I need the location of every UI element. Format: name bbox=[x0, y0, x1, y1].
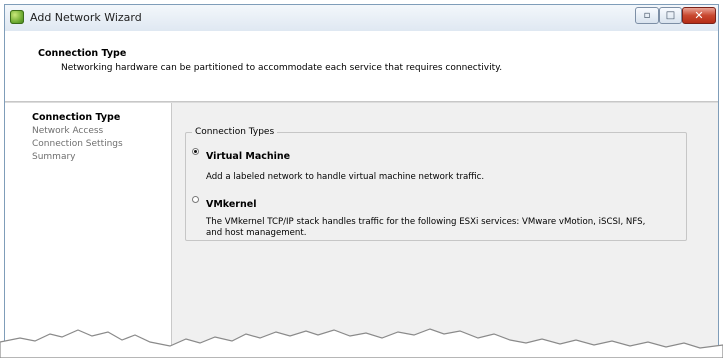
connection-types-legend: Connection Types bbox=[195, 127, 275, 137]
close-icon: ✕ bbox=[694, 9, 704, 22]
vmkernel-description-line2: and host management. bbox=[206, 228, 307, 238]
virtual-machine-radio[interactable] bbox=[192, 148, 199, 155]
minimize-button[interactable]: ▫ bbox=[635, 7, 659, 24]
step-connection-type[interactable]: Connection Type bbox=[32, 112, 120, 123]
step-connection-settings[interactable]: Connection Settings bbox=[32, 139, 123, 149]
virtual-machine-label[interactable]: Virtual Machine bbox=[206, 151, 290, 162]
minimize-icon: ▫ bbox=[643, 10, 651, 21]
maximize-button[interactable]: □ bbox=[659, 7, 682, 24]
wizard-header: Connection Type Networking hardware can … bbox=[5, 31, 718, 102]
vmkernel-radio[interactable] bbox=[192, 196, 199, 203]
step-network-access[interactable]: Network Access bbox=[32, 126, 103, 136]
window-title: Add Network Wizard bbox=[30, 11, 142, 24]
page-title: Connection Type bbox=[38, 48, 127, 59]
vmkernel-description-line1: The VMkernel TCP/IP stack handles traffi… bbox=[206, 217, 646, 227]
step-summary[interactable]: Summary bbox=[32, 152, 76, 162]
wizard-window: Add Network Wizard ▫ □ ✕ Connection Type… bbox=[4, 4, 719, 358]
close-button[interactable]: ✕ bbox=[682, 7, 716, 24]
maximize-icon: □ bbox=[665, 10, 676, 21]
title-bar[interactable]: Add Network Wizard ▫ □ ✕ bbox=[5, 5, 718, 32]
vsphere-app-icon bbox=[10, 10, 24, 24]
virtual-machine-description: Add a labeled network to handle virtual … bbox=[206, 172, 485, 182]
vmkernel-label[interactable]: VMkernel bbox=[206, 199, 256, 210]
torn-edge-graphic bbox=[0, 328, 723, 358]
page-subtitle: Networking hardware can be partitioned t… bbox=[61, 63, 503, 73]
